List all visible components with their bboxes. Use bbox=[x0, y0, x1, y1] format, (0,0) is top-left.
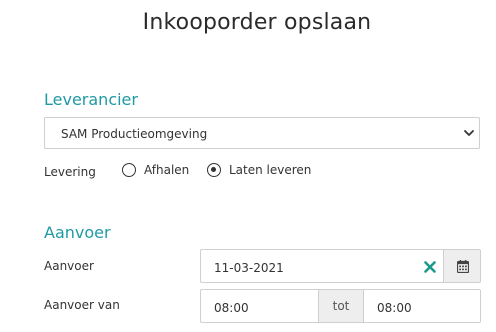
aanvoer-van-label: Aanvoer van bbox=[44, 298, 120, 312]
section-heading-leverancier: Leverancier bbox=[44, 90, 138, 109]
section-heading-aanvoer: Aanvoer bbox=[44, 223, 111, 242]
leverancier-select[interactable]: SAM Productieomgeving bbox=[44, 117, 480, 149]
radio-afhalen-circle[interactable] bbox=[122, 163, 136, 177]
radio-laten-leveren[interactable]: Laten leveren bbox=[207, 163, 311, 177]
aanvoer-date-label: Aanvoer bbox=[44, 259, 94, 273]
radio-afhalen[interactable]: Afhalen bbox=[122, 163, 189, 177]
aanvoer-date-input[interactable]: 11-03-2021 bbox=[200, 249, 444, 283]
tot-addon: tot bbox=[318, 289, 364, 323]
levering-label: Levering bbox=[44, 165, 96, 179]
radio-afhalen-label: Afhalen bbox=[144, 163, 190, 177]
calendar-button[interactable] bbox=[443, 249, 481, 283]
dialog-title: Inkooporder opslaan bbox=[142, 10, 372, 35]
leverancier-select-value: SAM Productieomgeving bbox=[61, 127, 208, 141]
aanvoer-date-value: 11-03-2021 bbox=[214, 261, 284, 275]
inkooporder-dialog: Inkooporder opslaan Leverancier SAM Prod… bbox=[0, 0, 496, 332]
aanvoer-time-from-value: 08:00 bbox=[214, 301, 249, 315]
chevron-down-icon bbox=[464, 130, 474, 136]
radio-laten-leveren-label: Laten leveren bbox=[229, 163, 312, 177]
aanvoer-time-to-value: 08:00 bbox=[377, 301, 412, 315]
clear-icon[interactable] bbox=[423, 260, 437, 274]
aanvoer-time-to-input[interactable]: 08:00 bbox=[363, 289, 481, 323]
calendar-icon bbox=[457, 260, 469, 273]
radio-laten-leveren-circle[interactable] bbox=[207, 163, 221, 177]
aanvoer-time-from-input[interactable]: 08:00 bbox=[200, 289, 319, 323]
